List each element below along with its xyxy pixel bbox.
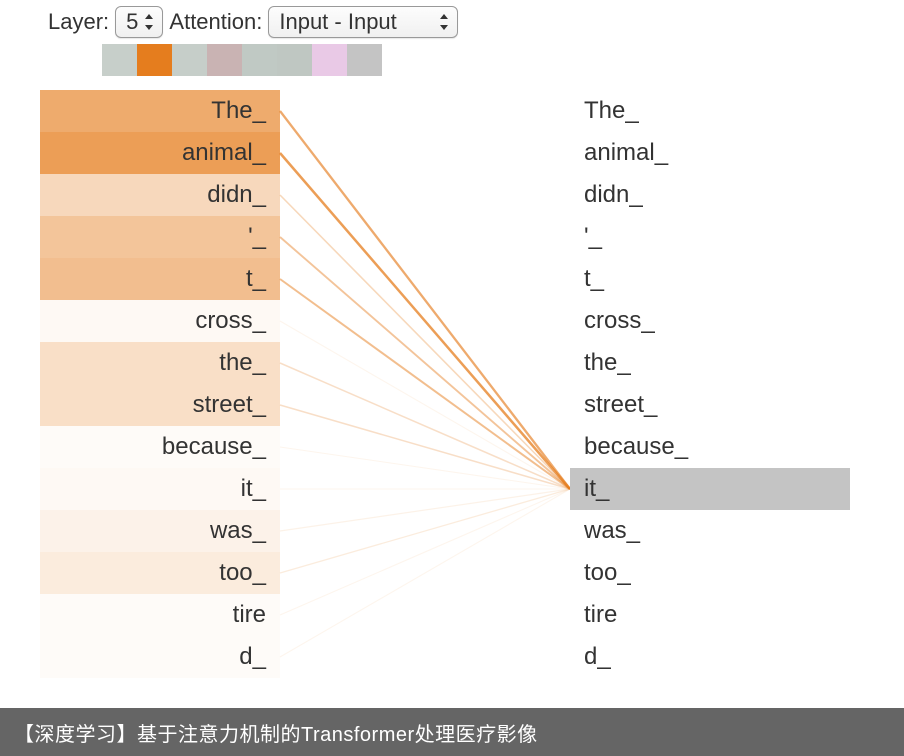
- token-text: t_: [246, 265, 266, 293]
- caption-text: 【深度学习】基于注意力机制的Transformer处理医疗影像: [14, 718, 538, 747]
- right-token[interactable]: d_: [570, 636, 810, 678]
- attention-visualization: The_ animal_ didn_ '_ t_ cross_ the_ street_bec…: [40, 90, 860, 730]
- caption-bar: 【深度学习】基于注意力机制的Transformer处理医疗影像: [0, 708, 904, 756]
- head-color-2[interactable]: [172, 44, 207, 76]
- left-token[interactable]: too_: [40, 552, 280, 594]
- token-text: it_: [241, 475, 266, 503]
- left-token[interactable]: cross_: [40, 300, 280, 342]
- head-color-5[interactable]: [277, 44, 312, 76]
- token-text: The_: [211, 97, 266, 125]
- attention-line: [280, 237, 570, 489]
- right-token[interactable]: it_: [570, 468, 850, 510]
- token-text: was_: [210, 517, 266, 545]
- token-text: too_: [219, 559, 266, 587]
- token-text: street_: [584, 391, 657, 419]
- left-token[interactable]: '_: [40, 216, 280, 258]
- attention-line: [280, 489, 570, 573]
- controls-bar: Layer: 5 Attention: Input - Input: [48, 6, 458, 38]
- left-token-column: The_ animal_ didn_ '_ t_ cross_ the_ street_bec…: [40, 90, 280, 678]
- layer-select-value: 5: [126, 9, 138, 35]
- attention-line: [280, 489, 570, 531]
- attention-line: [280, 153, 570, 489]
- left-token[interactable]: didn_: [40, 174, 280, 216]
- token-text: too_: [584, 559, 631, 587]
- token-text: tire: [584, 601, 617, 629]
- token-text: didn_: [584, 181, 643, 209]
- layer-label: Layer:: [48, 9, 109, 35]
- attention-line: [280, 279, 570, 489]
- token-text: animal_: [584, 139, 668, 167]
- head-palette: [102, 44, 382, 76]
- token-text: tire: [233, 601, 266, 629]
- token-text: street_: [193, 391, 266, 419]
- right-token[interactable]: animal_: [570, 132, 810, 174]
- right-token[interactable]: '_: [570, 216, 810, 258]
- token-text: the_: [219, 349, 266, 377]
- attention-line: [280, 447, 570, 489]
- right-token[interactable]: was_: [570, 510, 810, 552]
- right-token-column: The_ animal_ didn_ '_ t_ cross_ the_ street_bec…: [570, 90, 810, 678]
- attention-line: [280, 111, 570, 489]
- head-color-0[interactable]: [102, 44, 137, 76]
- attention-line: [280, 363, 570, 489]
- token-text: animal_: [182, 139, 266, 167]
- left-token[interactable]: d_: [40, 636, 280, 678]
- token-text: t_: [584, 265, 604, 293]
- left-token[interactable]: because_: [40, 426, 280, 468]
- left-token[interactable]: was_: [40, 510, 280, 552]
- right-token[interactable]: the_: [570, 342, 810, 384]
- token-text: cross_: [584, 307, 655, 335]
- head-color-6[interactable]: [312, 44, 347, 76]
- attention-line: [280, 489, 570, 657]
- layer-select[interactable]: 5: [115, 6, 163, 38]
- attention-line: [280, 405, 570, 489]
- attention-label: Attention:: [169, 9, 262, 35]
- left-token[interactable]: street_: [40, 384, 280, 426]
- token-text: d_: [584, 643, 611, 671]
- left-token[interactable]: animal_: [40, 132, 280, 174]
- attention-line: [280, 195, 570, 489]
- token-text: The_: [584, 97, 639, 125]
- token-text: d_: [239, 643, 266, 671]
- attention-select[interactable]: Input - Input: [268, 6, 458, 38]
- attention-select-value: Input - Input: [279, 9, 396, 35]
- left-token[interactable]: it_: [40, 468, 280, 510]
- head-color-1[interactable]: [137, 44, 172, 76]
- head-color-7[interactable]: [347, 44, 382, 76]
- updown-icon: [439, 14, 449, 30]
- token-text: '_: [248, 223, 266, 251]
- head-color-4[interactable]: [242, 44, 277, 76]
- left-token[interactable]: the_: [40, 342, 280, 384]
- left-token[interactable]: The_: [40, 90, 280, 132]
- right-token[interactable]: didn_: [570, 174, 810, 216]
- left-token[interactable]: t_: [40, 258, 280, 300]
- token-text: '_: [584, 223, 602, 251]
- token-text: was_: [584, 517, 640, 545]
- right-token[interactable]: tire: [570, 594, 810, 636]
- right-token[interactable]: t_: [570, 258, 810, 300]
- right-token[interactable]: The_: [570, 90, 810, 132]
- right-token[interactable]: too_: [570, 552, 810, 594]
- token-text: the_: [584, 349, 631, 377]
- right-token[interactable]: cross_: [570, 300, 810, 342]
- updown-icon: [144, 14, 154, 30]
- right-token[interactable]: street_: [570, 384, 810, 426]
- right-token[interactable]: because_: [570, 426, 810, 468]
- left-token[interactable]: tire: [40, 594, 280, 636]
- head-color-3[interactable]: [207, 44, 242, 76]
- token-text: didn_: [207, 181, 266, 209]
- attention-lines-svg: [280, 90, 570, 730]
- token-text: cross_: [195, 307, 266, 335]
- token-text: because_: [162, 433, 266, 461]
- token-text: it_: [584, 475, 609, 503]
- attention-line: [280, 489, 570, 615]
- token-text: because_: [584, 433, 688, 461]
- attention-line: [280, 321, 570, 489]
